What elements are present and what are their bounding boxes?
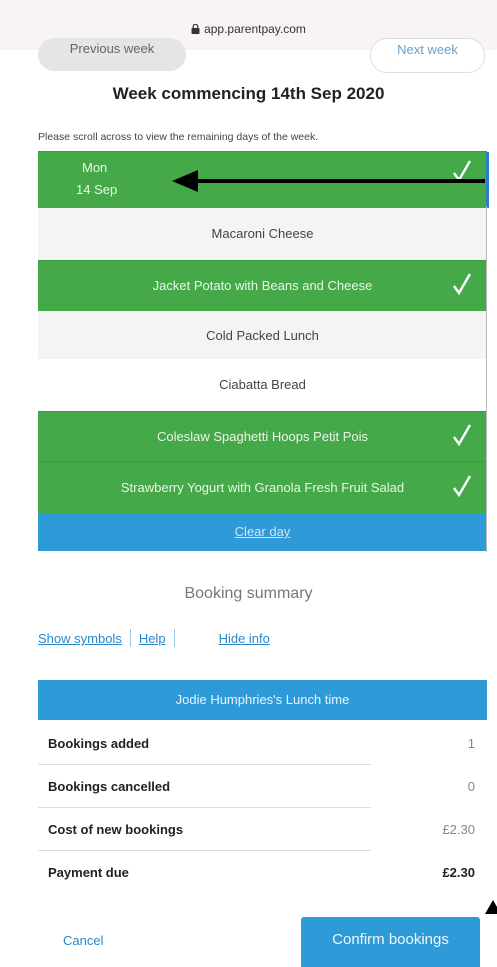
checkmark-icon xyxy=(453,424,471,446)
summary-row-payment-due: Payment due £2.30 xyxy=(38,851,487,894)
meal-option-label: Cold Packed Lunch xyxy=(206,328,319,343)
meal-option[interactable]: Jacket Potato with Beans and Cheese xyxy=(38,260,487,311)
meal-option[interactable]: Macaroni Cheese xyxy=(38,208,487,260)
link-divider xyxy=(129,629,131,647)
meal-option[interactable]: Cold Packed Lunch xyxy=(38,311,487,359)
summary-row-label: Bookings added xyxy=(48,736,150,751)
clear-day-button[interactable]: Clear day xyxy=(38,513,487,551)
meal-option[interactable]: Ciabatta Bread xyxy=(38,359,487,411)
summary-row-label: Bookings cancelled xyxy=(48,779,171,794)
summary-row-value: £2.30 xyxy=(442,822,475,837)
day-name: Mon xyxy=(82,160,108,175)
booking-summary-title: Booking summary xyxy=(184,585,313,602)
column-border xyxy=(486,206,487,552)
meal-option-label: Macaroni Cheese xyxy=(211,226,314,241)
show-symbols-link[interactable]: Show symbols xyxy=(38,631,122,646)
meal-option-label: Coleslaw Spaghetti Hoops Petit Pois xyxy=(156,429,368,444)
meal-option[interactable]: Coleslaw Spaghetti Hoops Petit Pois xyxy=(38,411,487,461)
day-column: Mon 14 Sep Macaroni Cheese Jacket Potato… xyxy=(38,151,489,551)
summary-row-value: £2.30 xyxy=(442,865,475,880)
scroll-hint: Please scroll across to view the remaini… xyxy=(38,131,319,143)
next-week-button[interactable]: Next week xyxy=(370,38,485,73)
scroll-indicator xyxy=(486,152,489,208)
meal-option-label: Strawberry Yogurt with Granola Fresh Fru… xyxy=(120,480,405,495)
confirm-bookings-button[interactable]: Confirm bookings xyxy=(301,917,480,967)
previous-week-button[interactable]: Previous week xyxy=(38,38,186,71)
meal-option-label: Ciabatta Bread xyxy=(219,377,306,392)
summary-row-cost: Cost of new bookings £2.30 xyxy=(38,808,487,851)
meal-option-label: Jacket Potato with Beans and Cheese xyxy=(152,278,373,293)
checkmark-icon xyxy=(453,273,471,295)
help-link[interactable]: Help xyxy=(139,631,166,646)
summary-row-value: 0 xyxy=(467,779,475,794)
summary-row-value: 1 xyxy=(467,736,475,751)
summary-row-bookings-cancelled: Bookings cancelled 0 xyxy=(38,765,487,808)
checkmark-icon xyxy=(453,475,471,497)
url-text: app.parentpay.com xyxy=(204,22,306,36)
summary-links: Show symbols Help Hide info xyxy=(38,629,270,647)
link-divider xyxy=(173,629,175,647)
summary-row-label: Cost of new bookings xyxy=(48,822,184,837)
cancel-link[interactable]: Cancel xyxy=(63,933,103,948)
url-display[interactable]: app.parentpay.com xyxy=(0,22,497,36)
day-date: 14 Sep xyxy=(76,182,118,197)
summary-header: Jodie Humphries's Lunch time xyxy=(38,680,487,720)
summary-row-bookings-added: Bookings added 1 xyxy=(38,722,487,765)
summary-row-label: Payment due xyxy=(48,865,129,880)
annotation-arrow-head xyxy=(485,900,497,914)
hide-info-link[interactable]: Hide info xyxy=(219,631,270,646)
annotation-arrow xyxy=(195,179,485,183)
lock-icon xyxy=(191,24,200,34)
annotation-arrow-head xyxy=(172,170,198,192)
meal-option[interactable]: Strawberry Yogurt with Granola Fresh Fru… xyxy=(38,461,487,513)
week-title: Week commencing 14th Sep 2020 xyxy=(112,84,385,103)
